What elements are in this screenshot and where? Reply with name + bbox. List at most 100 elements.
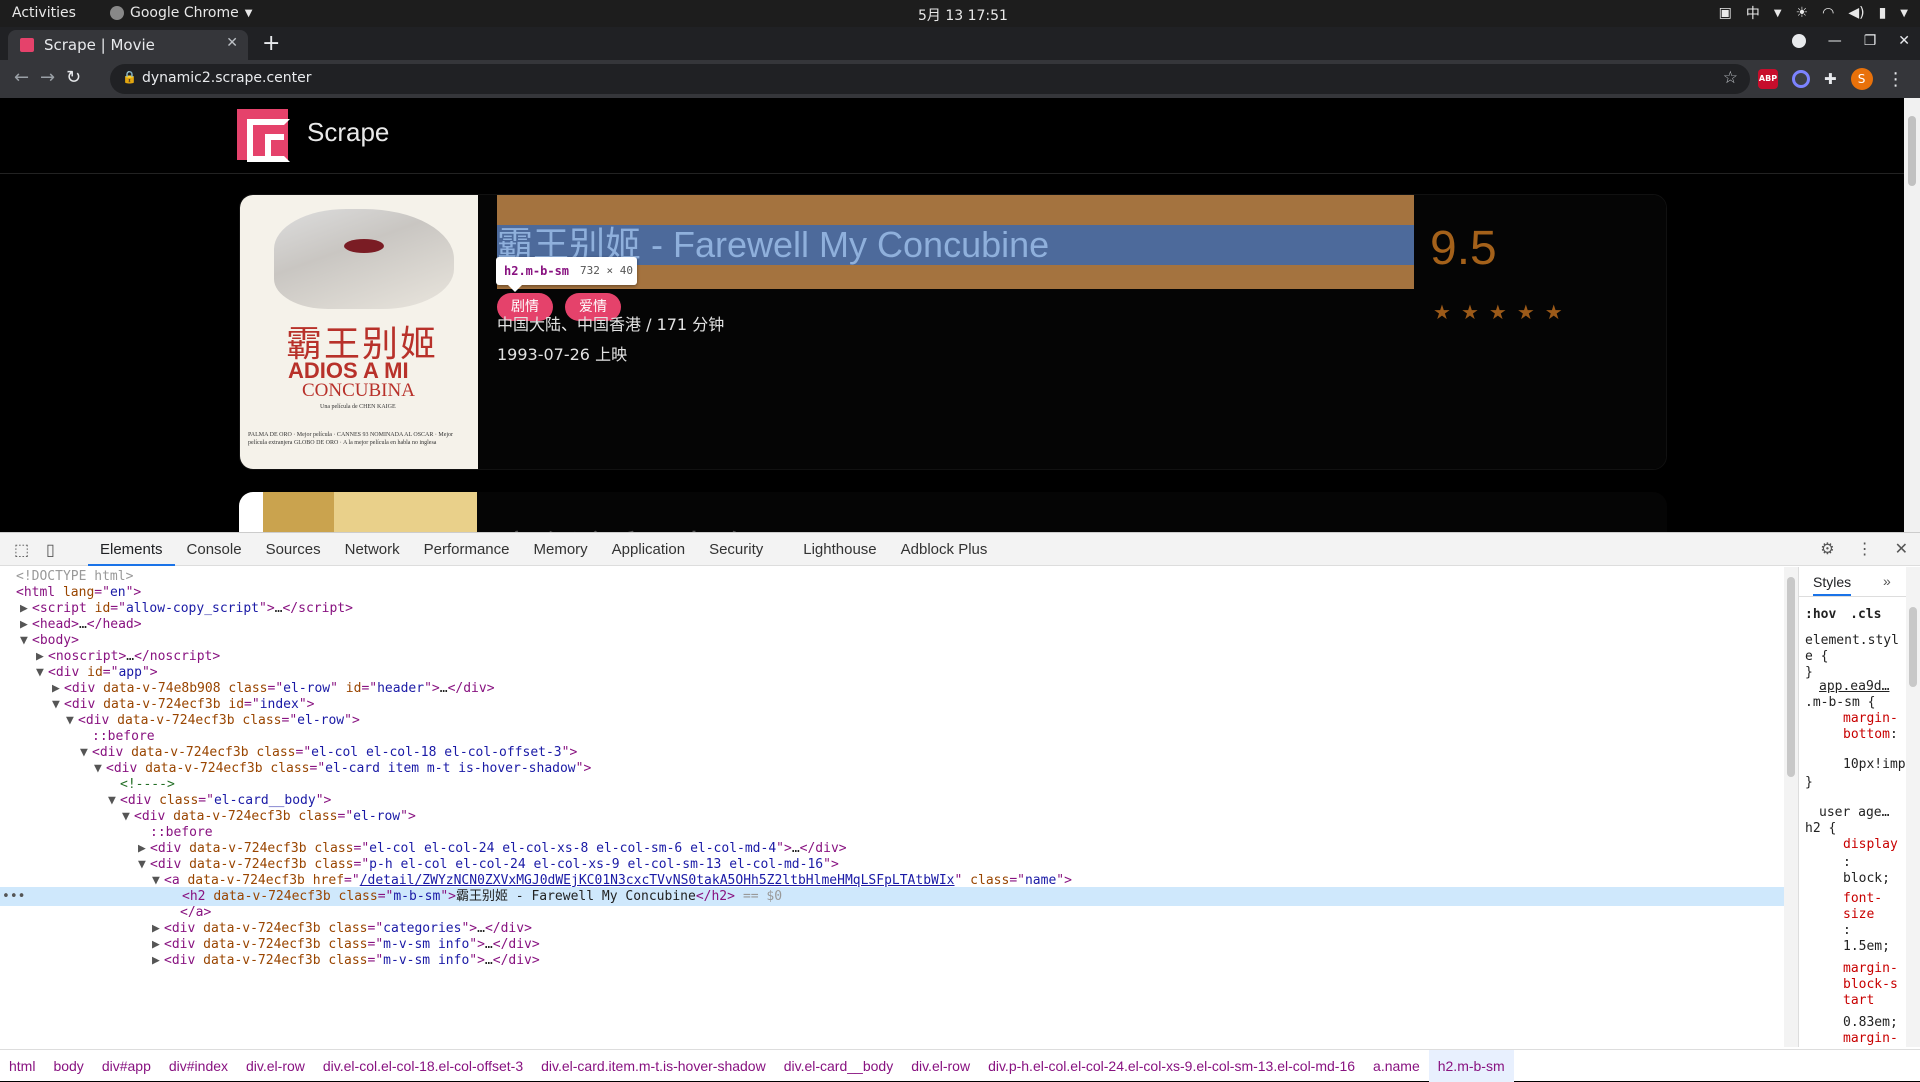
tab-lighthouse[interactable]: Lighthouse xyxy=(775,533,888,566)
tab-sources[interactable]: Sources xyxy=(254,533,333,566)
scrape-logo-icon[interactable] xyxy=(237,109,290,162)
minimize-icon[interactable]: — xyxy=(1828,33,1842,49)
element-style-rule[interactable]: element.style {} xyxy=(1805,633,1901,681)
lock-icon[interactable]: 🔒 xyxy=(122,70,137,84)
movie-card-next[interactable]: 这个杀手不太冷 xyxy=(239,492,1667,532)
settings-gear-icon[interactable]: ⚙ xyxy=(1820,539,1834,559)
movie-card[interactable]: 霸王别姬 ADIOS A MI CONCUBINA Una película d… xyxy=(239,194,1667,470)
power-menu-icon: ▼ xyxy=(1900,7,1908,19)
close-devtools-icon[interactable]: ✕ xyxy=(1895,539,1908,559)
extensions-puzzle-icon[interactable]: ✚ xyxy=(1824,70,1837,88)
kebab-menu-icon[interactable]: ⋮ xyxy=(1887,69,1905,90)
elements-scrollbar[interactable] xyxy=(1784,567,1798,1047)
breadcrumb-item[interactable]: body xyxy=(44,1058,92,1074)
new-tab-button[interactable]: + xyxy=(262,31,280,56)
movie-poster[interactable]: 霸王别姬 ADIOS A MI CONCUBINA Una película d… xyxy=(240,195,478,469)
input-method[interactable]: 中 xyxy=(1746,3,1760,23)
browser-toolbar: ← → ↻ 🔒 dynamic2.scrape.center ☆ ABP ✚ S… xyxy=(0,60,1920,98)
breadcrumb-item[interactable]: div.el-card__body xyxy=(775,1058,902,1074)
devtools-actions: ⚙ ⋮ ✕ xyxy=(1820,539,1908,559)
system-tray[interactable]: ▣ 中 ▼ ☀ ◠ ◀) ▮ ▼ xyxy=(1719,3,1908,23)
devtools-panel: ⬚ ▯ Elements Console Sources Network Per… xyxy=(0,532,1920,1082)
tab-elements[interactable]: Elements xyxy=(88,533,175,566)
restore-icon[interactable]: ❐ xyxy=(1864,33,1877,49)
tab-styles[interactable]: Styles xyxy=(1813,574,1852,596)
back-icon[interactable]: ← xyxy=(14,67,29,88)
brightness-icon: ☀ xyxy=(1795,5,1809,21)
breadcrumb-item[interactable]: div.el-card.item.m-t.is-hover-shadow xyxy=(532,1058,775,1074)
address-bar[interactable]: 🔒 dynamic2.scrape.center ☆ xyxy=(110,64,1750,94)
scrollbar-thumb[interactable] xyxy=(1908,116,1916,186)
tab-network[interactable]: Network xyxy=(333,533,412,566)
tab-adblock-plus[interactable]: Adblock Plus xyxy=(889,533,1000,566)
bookmark-star-icon[interactable]: ☆ xyxy=(1723,68,1738,88)
breadcrumb-item[interactable]: a.name xyxy=(1364,1058,1429,1074)
ua-stylesheet-label: user age… xyxy=(1819,805,1890,820)
tab-strip: Scrape | Movie ✕ + — ❐ ✕ xyxy=(0,27,1920,60)
profile-avatar[interactable]: S xyxy=(1850,68,1873,90)
more-tabs-icon[interactable]: » xyxy=(1883,573,1891,589)
scrollbar-thumb[interactable] xyxy=(1787,577,1795,777)
breadcrumb-item[interactable]: div#app xyxy=(93,1058,160,1074)
site-favicon-icon xyxy=(20,38,34,52)
href-link[interactable]: /detail/ZWYzNCN0ZXVxMGJ0dWEjKC01N3cxcTVv… xyxy=(360,873,955,888)
site-header: Scrape xyxy=(0,98,1904,174)
cls-toggle[interactable]: .cls xyxy=(1850,607,1881,622)
devtools-toolbar: ⬚ ▯ Elements Console Sources Network Per… xyxy=(0,533,1920,566)
breadcrumb-item[interactable]: div.el-row xyxy=(902,1058,979,1074)
dark-reader-icon[interactable] xyxy=(1792,70,1810,88)
inspect-element-icon[interactable]: ⬚ xyxy=(14,540,29,560)
reload-icon[interactable]: ↻ xyxy=(66,67,81,88)
hov-toggle[interactable]: :hov xyxy=(1805,607,1836,622)
breadcrumb-item[interactable]: div.el-col.el-col-18.el-col-offset-3 xyxy=(314,1058,532,1074)
tab-security[interactable]: Security xyxy=(697,533,775,566)
star-icon: ★ xyxy=(1516,300,1535,324)
page-scrollbar[interactable] xyxy=(1904,98,1920,532)
rule-value[interactable]: 10px!important xyxy=(1843,757,1906,773)
ua-selector: h2 { xyxy=(1805,821,1837,836)
app-menu[interactable]: Google Chrome ▼ xyxy=(110,5,252,21)
close-tab-icon[interactable]: ✕ xyxy=(226,35,238,51)
window-controls: — ❐ ✕ xyxy=(1791,33,1910,49)
star-icon: ★ xyxy=(1460,300,1479,324)
more-options-icon[interactable]: ⋮ xyxy=(1857,539,1873,559)
dom-node[interactable]: ▶ <div data-v-724ecf3b class="m-v-sm info… xyxy=(0,951,1784,970)
breadcrumb-item[interactable]: div.el-row xyxy=(237,1058,314,1074)
close-window-icon[interactable]: ✕ xyxy=(1898,33,1910,49)
rule-property[interactable]: margin-bottom: xyxy=(1843,711,1903,743)
rule-source-link[interactable]: app.ea9d… xyxy=(1819,679,1889,695)
tab-scrape-movie[interactable]: Scrape | Movie ✕ xyxy=(8,30,248,60)
breadcrumb-item[interactable]: div.p-h.el-col.el-col-24.el-col-xs-9.el-… xyxy=(979,1058,1364,1074)
movie-poster[interactable] xyxy=(239,492,477,532)
forward-icon[interactable]: → xyxy=(40,67,55,88)
movie-info: 中国大陆、中国香港 / 171 分钟 xyxy=(497,315,725,334)
volume-icon: ◀) xyxy=(1848,5,1865,21)
adblock-plus-icon[interactable]: ABP xyxy=(1758,69,1778,89)
breadcrumb-item[interactable]: div#index xyxy=(160,1058,237,1074)
clock[interactable]: 5月 13 17:51 xyxy=(918,5,1008,25)
battery-icon: ▮ xyxy=(1878,5,1887,21)
poster-artwork xyxy=(274,209,454,309)
tab-memory[interactable]: Memory xyxy=(522,533,600,566)
inspect-tooltip: h2.m-b-sm 732 × 40 xyxy=(496,257,637,292)
app-menu-label: Google Chrome xyxy=(130,5,239,21)
tab-application[interactable]: Application xyxy=(600,533,697,566)
rule-selector[interactable]: .m-b-sm { xyxy=(1805,695,1875,711)
breadcrumb-item-current[interactable]: h2.m-b-sm xyxy=(1428,1049,1514,1082)
styles-scrollbar[interactable] xyxy=(1906,567,1920,1047)
device-toolbar-icon[interactable]: ▯ xyxy=(46,540,55,560)
activities-button[interactable]: Activities xyxy=(12,5,76,21)
ua-val: :1.5em; xyxy=(1843,923,1890,954)
tab-console[interactable]: Console xyxy=(175,533,254,566)
scrollbar-thumb[interactable] xyxy=(1909,607,1917,687)
styles-filter-row: :hov .cls xyxy=(1805,607,1881,623)
movie-title[interactable]: 这个杀手不太冷 xyxy=(496,520,748,532)
poster-awards: PALMA DE ORO · Mejor película · CANNES 9… xyxy=(248,432,454,446)
page-viewport: Scrape 霸王别姬 ADIOS A MI CONCUBINA Una pel… xyxy=(0,98,1904,532)
tab-performance[interactable]: Performance xyxy=(412,533,522,566)
elements-tree[interactable]: <!DOCTYPE html> <html lang="en"> ▶ <scrip… xyxy=(0,567,1784,1047)
url-text[interactable]: dynamic2.scrape.center xyxy=(142,70,312,86)
site-brand[interactable]: Scrape xyxy=(307,117,389,148)
tab-search-icon[interactable] xyxy=(1791,34,1806,48)
breadcrumb-item[interactable]: html xyxy=(0,1058,44,1074)
